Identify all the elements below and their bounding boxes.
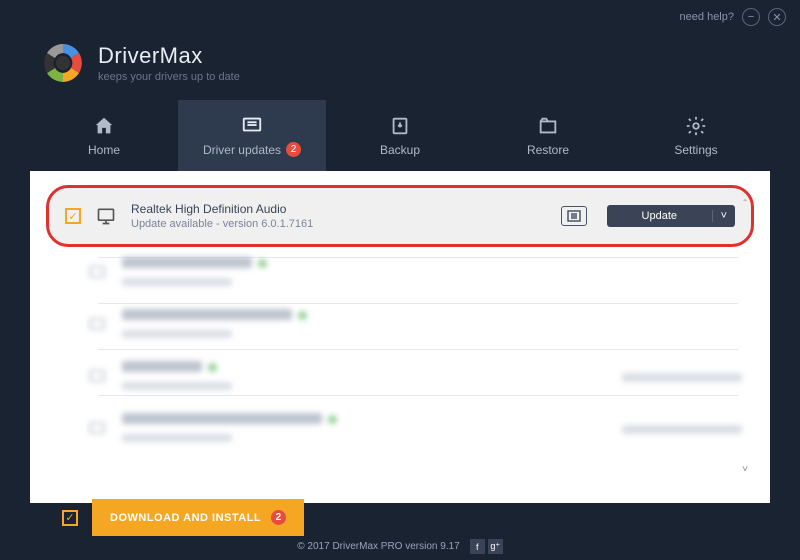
tab-badge: 2 bbox=[286, 142, 301, 157]
scroll-up-icon[interactable]: ˆ bbox=[743, 199, 746, 210]
tab-driver-updates[interactable]: Driver updates2 bbox=[178, 100, 326, 171]
restore-icon bbox=[537, 115, 559, 137]
app-title: DriverMax bbox=[98, 43, 240, 69]
driver-row-highlighted[interactable]: ✓ Realtek High Definition Audio Update a… bbox=[46, 185, 754, 247]
driver-list-panel: ✓ Realtek High Definition Audio Update a… bbox=[30, 171, 770, 503]
scroll-down-icon[interactable]: ˅ bbox=[742, 464, 748, 475]
updates-icon bbox=[241, 114, 263, 136]
help-link[interactable]: need help? bbox=[680, 11, 734, 23]
brand-header: DriverMax keeps your drivers up to date bbox=[0, 34, 800, 100]
device-icon bbox=[86, 366, 108, 388]
tab-backup[interactable]: Backup bbox=[326, 100, 474, 171]
download-badge: 2 bbox=[271, 510, 286, 525]
chevron-down-icon[interactable]: ˅ bbox=[712, 210, 735, 222]
driver-status: Update available - version 6.0.1.7161 bbox=[131, 218, 547, 230]
monitor-icon bbox=[95, 205, 117, 227]
driver-row-blurred bbox=[46, 247, 754, 299]
driver-row-blurred bbox=[46, 403, 754, 455]
tab-restore[interactable]: Restore bbox=[474, 100, 622, 171]
settings-icon bbox=[685, 115, 707, 137]
scrollbar[interactable]: ˆ ˅ bbox=[738, 199, 752, 475]
app-tagline: keeps your drivers up to date bbox=[98, 71, 240, 83]
copyright-text: © 2017 DriverMax PRO version 9.17 bbox=[297, 541, 459, 552]
device-icon bbox=[86, 314, 108, 336]
footer: © 2017 DriverMax PRO version 9.17 f g⁺ bbox=[0, 539, 800, 554]
minimize-button[interactable]: − bbox=[742, 8, 760, 26]
checkbox-icon[interactable]: ✓ bbox=[65, 208, 81, 224]
app-logo-icon bbox=[40, 40, 86, 86]
device-icon bbox=[86, 262, 108, 284]
download-install-button[interactable]: DOWNLOAD AND INSTALL 2 bbox=[92, 499, 304, 536]
update-button[interactable]: Update ˅ bbox=[607, 205, 735, 227]
facebook-icon[interactable]: f bbox=[470, 539, 485, 554]
tab-home[interactable]: Home bbox=[30, 100, 178, 171]
googleplus-icon[interactable]: g⁺ bbox=[488, 539, 503, 554]
device-icon bbox=[86, 418, 108, 440]
details-icon[interactable] bbox=[561, 206, 587, 226]
driver-name: Realtek High Definition Audio bbox=[131, 202, 547, 216]
backup-icon bbox=[389, 115, 411, 137]
home-icon bbox=[93, 115, 115, 137]
tab-settings[interactable]: Settings bbox=[622, 100, 770, 171]
close-button[interactable]: ✕ bbox=[768, 8, 786, 26]
driver-row-blurred bbox=[46, 299, 754, 351]
select-all-checkbox[interactable]: ✓ bbox=[62, 510, 78, 526]
